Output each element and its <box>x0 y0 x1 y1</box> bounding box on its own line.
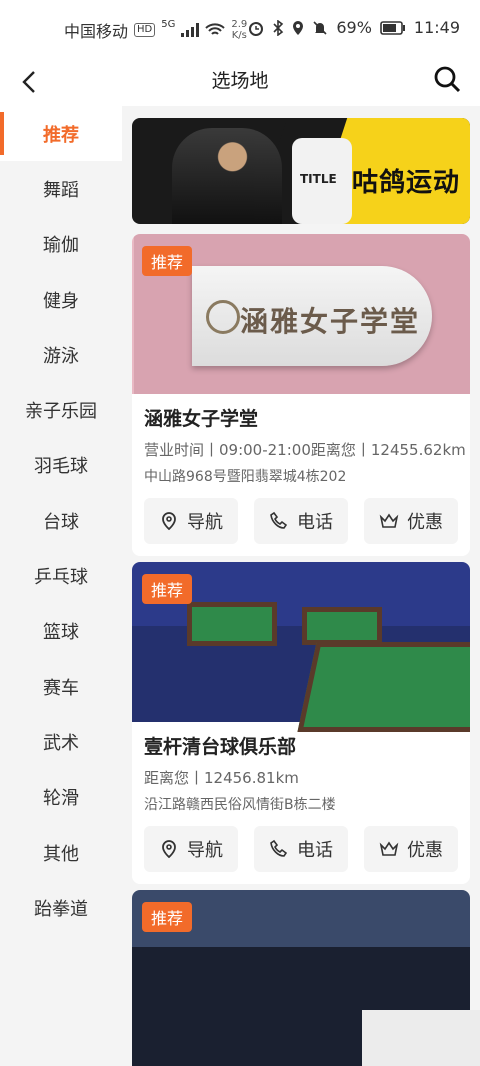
battery-icon <box>380 20 405 35</box>
mute-icon <box>313 20 327 35</box>
sidebar-item-label: 乒乓球 <box>34 567 88 589</box>
sidebar-item-martial-arts[interactable]: 武术 <box>0 714 122 769</box>
venue-logo-icon <box>206 300 240 334</box>
crown-icon <box>379 841 399 856</box>
billiard-table-image <box>297 642 470 732</box>
sidebar-item-basketball[interactable]: 篮球 <box>0 604 122 659</box>
sidebar-item-dance[interactable]: 舞蹈 <box>0 161 122 216</box>
location-icon <box>293 20 304 35</box>
location-pin-icon <box>162 840 176 859</box>
sidebar-item-label: 轮滑 <box>43 788 79 810</box>
network-indicator: 5G <box>161 18 176 30</box>
sidebar-item-other[interactable]: 其他 <box>0 825 122 880</box>
sidebar-item-recommend[interactable]: 推荐 <box>0 106 122 162</box>
sidebar-item-swimming[interactable]: 游泳 <box>0 327 122 382</box>
sidebar-item-billiards[interactable]: 台球 <box>0 493 122 548</box>
sidebar-item-label: 舞蹈 <box>43 179 79 201</box>
discount-button[interactable]: 优惠 <box>364 498 458 544</box>
billiard-table-image <box>187 602 277 646</box>
phone-label: 电话 <box>297 840 333 861</box>
venue-address: 中山路968号暨阳翡翠城4栋202 <box>144 469 347 485</box>
battery-percent: 69% <box>336 18 372 37</box>
venue-meta: 营业时间丨09:00-21:00距离您丨12455.62km <box>144 441 466 459</box>
recommend-badge: 推荐 <box>142 574 193 604</box>
category-sidebar: 推荐 舞蹈 瑜伽 健身 游泳 亲子乐园 羽毛球 台球 乒乓球 篮球 赛车 武术 … <box>0 106 122 1066</box>
sidebar-item-skating[interactable]: 轮滑 <box>0 770 122 825</box>
search-icon[interactable] <box>432 64 462 94</box>
venue-meta: 距离您丨12456.81km <box>144 769 299 787</box>
discount-button[interactable]: 优惠 <box>364 826 458 872</box>
top-bar: 选场地 <box>0 58 480 106</box>
bluetooth-icon <box>273 19 284 36</box>
status-bar: 中国移动 HD 5G 2.9 K/s 69% 11:49 <box>0 0 480 58</box>
venue-list: TITLE 咕鸽运动 涵雅女子学堂 推荐 涵雅女子学堂 营业时间丨09:00-2… <box>132 106 470 1066</box>
venue-actions: 导航 电话 优惠 <box>132 486 470 556</box>
hd-badge: HD <box>134 23 156 37</box>
sidebar-item-label: 赛车 <box>43 677 79 699</box>
navigate-button[interactable]: 导航 <box>144 498 238 544</box>
discount-label: 优惠 <box>407 512 443 533</box>
wifi-icon <box>205 23 226 35</box>
signal-icon <box>181 23 200 37</box>
page-title: 选场地 <box>211 70 269 92</box>
venue-card[interactable]: 推荐 壹杆清台球俱乐部 距离您丨12456.81km 沿江路赣西民俗风情街B栋二… <box>132 562 470 884</box>
sidebar-item-table-tennis[interactable]: 乒乓球 <box>0 548 122 603</box>
sidebar-item-label: 台球 <box>43 511 79 533</box>
network-speed: 2.9 K/s <box>231 19 248 41</box>
recommend-badge: 推荐 <box>142 902 193 932</box>
sidebar-item-label: 武术 <box>43 732 79 754</box>
location-pin-icon <box>162 512 176 531</box>
sidebar-item-racing[interactable]: 赛车 <box>0 659 122 714</box>
watermark-overlay <box>362 1010 480 1066</box>
venue-sign-text: 涵雅女子学堂 <box>240 305 421 338</box>
sidebar-item-label: 健身 <box>43 290 79 312</box>
venue-name: 涵雅女子学堂 <box>144 408 259 430</box>
clock: 11:49 <box>413 18 460 37</box>
banner-athlete-image <box>172 128 282 224</box>
phone-button[interactable]: 电话 <box>254 826 348 872</box>
sidebar-item-label: 推荐 <box>43 124 79 146</box>
banner-punching-bag: TITLE <box>292 138 352 224</box>
crown-icon <box>379 513 399 528</box>
sidebar-item-label: 亲子乐园 <box>25 401 97 423</box>
sidebar-item-badminton[interactable]: 羽毛球 <box>0 438 122 493</box>
venue-card[interactable]: 涵雅女子学堂 推荐 涵雅女子学堂 营业时间丨09:00-21:00距离您丨124… <box>132 234 470 556</box>
venue-sign: 涵雅女子学堂 <box>192 266 432 366</box>
banner-text: 咕鸽运动 <box>351 168 460 198</box>
sidebar-item-label: 瑜伽 <box>43 235 79 257</box>
sidebar-item-label: 游泳 <box>43 345 79 367</box>
navigate-label: 导航 <box>187 512 223 533</box>
sidebar-item-fitness[interactable]: 健身 <box>0 272 122 327</box>
sidebar-item-label: 篮球 <box>43 622 79 644</box>
sidebar-item-label: 羽毛球 <box>34 456 88 478</box>
venue-photo: 推荐 <box>132 562 470 732</box>
phone-icon <box>270 511 288 529</box>
phone-icon <box>270 839 288 857</box>
sidebar-item-kids-park[interactable]: 亲子乐园 <box>0 382 122 437</box>
phone-label: 电话 <box>297 512 333 533</box>
sidebar-item-yoga[interactable]: 瑜伽 <box>0 217 122 272</box>
sidebar-item-taekwondo[interactable]: 跆拳道 <box>0 880 122 935</box>
recommend-badge: 推荐 <box>142 246 193 276</box>
status-left: 中国移动 HD 5G 2.9 K/s <box>64 18 247 42</box>
phone-button[interactable]: 电话 <box>254 498 348 544</box>
carrier-label: 中国移动 <box>64 22 129 41</box>
status-right: 69% 11:49 <box>248 18 460 37</box>
banner-bag-label: TITLE <box>300 172 337 186</box>
promo-banner[interactable]: TITLE 咕鸽运动 <box>132 118 470 224</box>
discount-label: 优惠 <box>407 840 443 861</box>
venue-actions: 导航 电话 优惠 <box>132 814 470 884</box>
billiard-table-image <box>302 607 382 645</box>
venue-photo: 涵雅女子学堂 推荐 <box>132 234 470 394</box>
alarm-icon <box>249 21 264 36</box>
venue-address: 沿江路赣西民俗风情街B栋二楼 <box>144 797 336 813</box>
sidebar-item-label: 跆拳道 <box>34 898 88 920</box>
sidebar-item-label: 其他 <box>43 843 79 865</box>
navigate-label: 导航 <box>187 840 223 861</box>
navigate-button[interactable]: 导航 <box>144 826 238 872</box>
